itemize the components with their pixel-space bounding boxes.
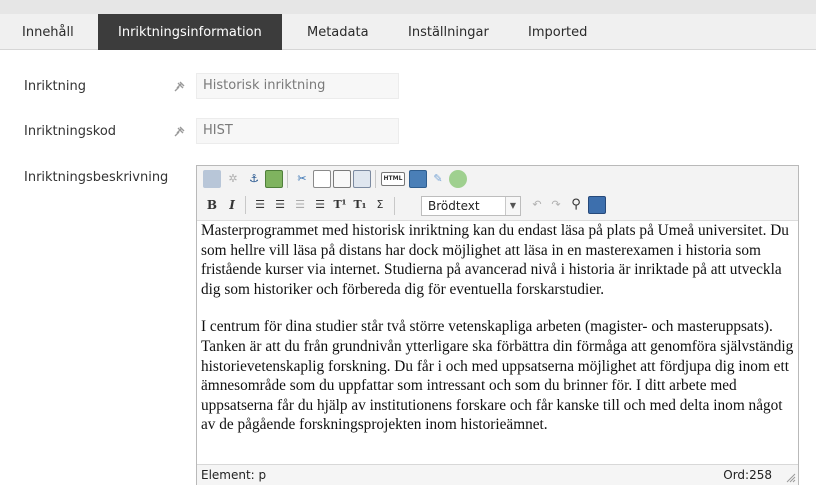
format-select[interactable]: Brödtext ▼ (421, 196, 521, 216)
toolbar-separator (375, 170, 376, 188)
fullscreen-icon[interactable] (588, 196, 606, 214)
inriktningskod-field[interactable]: HIST (196, 118, 399, 144)
sigma-icon[interactable]: Σ (371, 196, 389, 214)
content-paragraph: I centrum för dina studier står två stör… (201, 318, 794, 434)
tab-innehall[interactable]: Innehåll (22, 14, 74, 50)
edit-icon[interactable]: ✎ (429, 170, 447, 188)
indent-icon[interactable]: ☰ (311, 196, 329, 214)
inriktning-label: Inriktning (24, 79, 86, 94)
superscript-icon[interactable]: T¹ (331, 196, 349, 214)
search-icon[interactable]: ⚲ (567, 196, 585, 214)
insert-media-icon[interactable] (409, 170, 427, 188)
inriktningskod-label: Inriktningskod (24, 124, 117, 139)
pin-icon[interactable] (172, 80, 186, 94)
subscript-icon[interactable]: T₁ (351, 196, 369, 214)
content-paragraph: Masterprogrammet med historisk inriktnin… (201, 222, 789, 298)
bullet-list-icon[interactable]: ☰ (251, 196, 269, 214)
italic-icon[interactable]: I (223, 196, 241, 214)
word-count: Ord:258 (723, 468, 772, 482)
redo-icon[interactable]: ↷ (547, 196, 565, 214)
tab-installningar[interactable]: Inställningar (408, 14, 489, 50)
numbered-list-icon[interactable]: ☰ (271, 196, 289, 214)
spellcheck-icon[interactable] (203, 170, 221, 188)
cut-icon[interactable]: ✂ (293, 170, 311, 188)
rich-text-editor[interactable]: ✲ ⚓ ✂ HTML ✎ B I ☰ ☰ ☰ ☰ T¹ T₁ Σ Brödtex… (196, 165, 799, 485)
unlink-icon[interactable]: ✲ (224, 170, 242, 188)
image-icon[interactable] (265, 170, 283, 188)
editor-toolbar: ✲ ⚓ ✂ HTML ✎ B I ☰ ☰ ☰ ☰ T¹ T₁ Σ Brödtex… (197, 166, 798, 221)
editor-content[interactable]: Masterprogrammet med historisk inriktnin… (201, 221, 795, 459)
toolbar-separator (245, 196, 246, 214)
editor-statusbar: Element: p Ord:258 (197, 464, 798, 485)
inriktningsbeskrivning-label: Inriktningsbeskrivning (24, 170, 169, 185)
top-strip (0, 0, 816, 14)
cleanup-icon[interactable] (449, 170, 467, 188)
toolbar-separator (394, 197, 395, 215)
pin-icon[interactable] (172, 125, 186, 139)
bold-icon[interactable]: B (203, 196, 221, 214)
html-icon[interactable]: HTML (381, 172, 405, 186)
copy-icon[interactable] (313, 170, 331, 188)
chevron-down-icon[interactable]: ▼ (505, 197, 520, 215)
inriktning-field[interactable]: Historisk inriktning (196, 73, 399, 99)
tab-inriktningsinformation[interactable]: Inriktningsinformation (98, 14, 282, 50)
anchor-icon[interactable]: ⚓ (245, 170, 263, 188)
paste-icon[interactable] (333, 170, 351, 188)
tab-metadata[interactable]: Metadata (307, 14, 369, 50)
format-select-value: Brödtext (428, 199, 480, 213)
element-path: Element: p (201, 468, 267, 482)
toolbar-separator (287, 170, 288, 188)
undo-icon[interactable]: ↶ (528, 196, 546, 214)
outdent-icon[interactable]: ☰ (291, 196, 309, 214)
tab-imported[interactable]: Imported (528, 14, 587, 50)
paste-word-icon[interactable] (353, 170, 371, 188)
resize-grip-icon[interactable] (786, 473, 796, 483)
tab-bar: Innehåll Inriktningsinformation Metadata… (0, 14, 816, 50)
